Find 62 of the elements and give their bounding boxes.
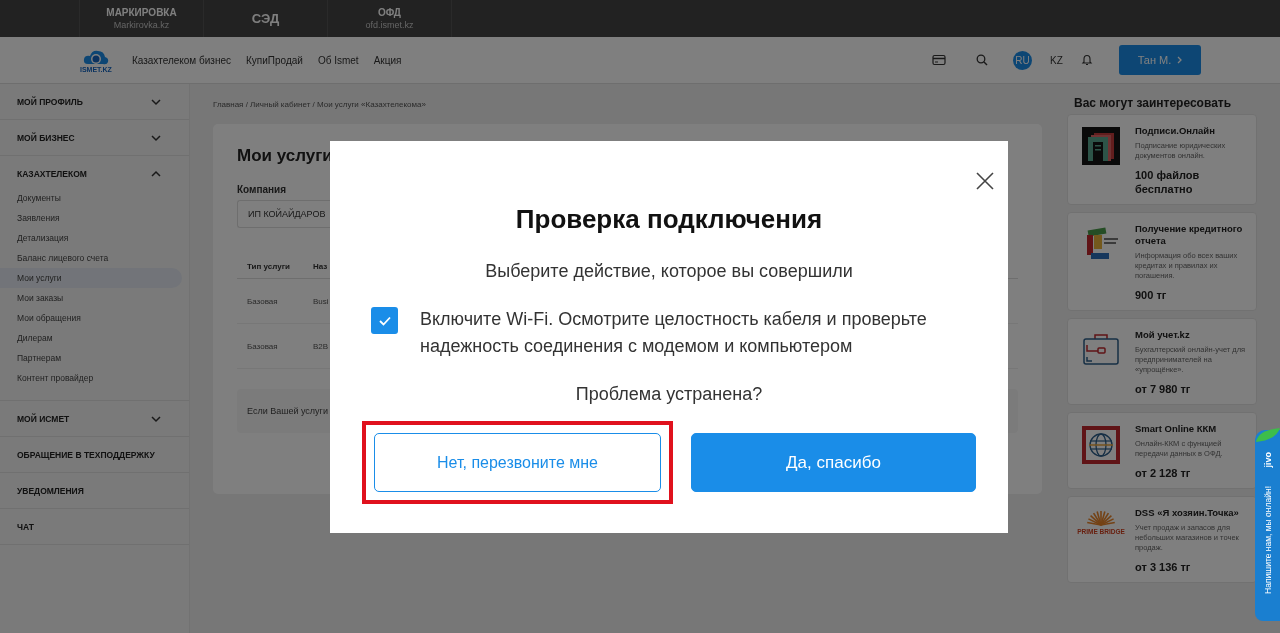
table-cell: Busi: [313, 296, 329, 306]
globe-icon: [1081, 425, 1121, 465]
sidebar-item[interactable]: Заявления: [0, 208, 182, 228]
sidebar-section[interactable]: ОБРАЩЕНИЕ В ТЕХПОДДЕРЖКУ: [0, 437, 189, 472]
offer-title: Подписи.Онлайн: [1135, 125, 1216, 137]
column-header: Тип услуги: [247, 261, 291, 271]
section-title: Вас могут заинтересовать: [1073, 95, 1233, 110]
dialog-subtitle: Выберите действие, которое вы совершили: [485, 261, 853, 282]
card-icon[interactable]: [932, 54, 946, 66]
column-header: Наз: [313, 261, 328, 271]
sidebar-item[interactable]: Контент провайдер: [0, 368, 182, 388]
callback-button[interactable]: Нет, перезвоните мне: [374, 433, 661, 492]
sidebar-section[interactable]: МОЙ ПРОФИЛЬ: [0, 84, 189, 119]
field-label: Компания: [237, 184, 288, 195]
dialog-title: Проверка подключения: [515, 203, 823, 235]
breadcrumb-trail: Главная / Личный кабинет / Мои услуги «Казахтелекома»: [213, 98, 427, 111]
frames-logo-icon: [1082, 127, 1120, 165]
sidebar-item[interactable]: Партнерам: [0, 348, 182, 368]
nav-link[interactable]: Казахтелеком бизнес: [131, 54, 231, 66]
table-cell-text: Базовая: [247, 296, 279, 306]
sidebar-item[interactable]: Мои обращения: [0, 308, 182, 328]
sidebar-section[interactable]: ЧАТ: [0, 509, 189, 544]
offer-title: Получение кредитного отчета: [1135, 223, 1244, 247]
offer-title: DSS «Я хозяин.Точка»: [1135, 507, 1240, 519]
nav-link[interactable]: КупиПродай: [246, 54, 303, 66]
checkbox-label: Включите Wi-Fi. Осмотрите целостность кабеля и проверьте надежность соединения с модемом и компьютером: [420, 308, 928, 358]
user-button[interactable]: Тан М.: [1119, 45, 1201, 75]
sidebar-section[interactable]: УВЕДОМЛЕНИЯ: [0, 473, 189, 508]
search-icon[interactable]: [976, 54, 988, 66]
chat-brand: jivo: [1262, 452, 1273, 468]
confirm-button[interactable]: Да, спасибо: [691, 433, 976, 492]
checkbox[interactable]: [371, 307, 398, 334]
sidebar-item[interactable]: Дилерам: [0, 328, 182, 348]
chat-widget-label[interactable]: Напишите нам, мы онлайн!: [1262, 485, 1273, 594]
offer-price: от 3 136 тг: [1135, 560, 1192, 574]
question-text: Проблема устранена?: [575, 384, 763, 405]
offer-title: Мой учет.kz: [1135, 329, 1191, 341]
bell-icon[interactable]: [1081, 54, 1093, 66]
offer-title: Smart Online ККМ: [1135, 423, 1218, 435]
sidebar-item[interactable]: Детализация: [0, 228, 182, 248]
table-cell-text: Базовая: [247, 341, 279, 351]
notice-text: Если Вашей услуги: [247, 406, 328, 416]
sidebar-item[interactable]: Мои заказы: [0, 288, 182, 308]
checkmark-icon: [378, 315, 391, 326]
offer-price: 900 тг: [1135, 288, 1168, 302]
language-option[interactable]: KZ: [1047, 50, 1066, 70]
offer-price: от 7 980 тг: [1135, 382, 1192, 396]
chevron-right-icon: [1177, 56, 1183, 64]
offer-price: 100 файлов бесплатно: [1135, 168, 1201, 196]
sidebar-item[interactable]: Баланс лицевого счета: [0, 248, 182, 268]
sidebar-section[interactable]: МОЙ БИЗНЕС: [0, 120, 189, 155]
sidebar-section[interactable]: КАЗАХТЕЛЕКОМ: [0, 156, 189, 191]
nav-link[interactable]: Акция: [373, 54, 402, 66]
leaf-icon: [1256, 428, 1280, 442]
language-option[interactable]: RU: [1013, 50, 1032, 70]
offer-price: от 2 128 тг: [1135, 466, 1192, 480]
sidebar-item[interactable]: Мои услуги: [0, 268, 182, 288]
sidebar-section[interactable]: МОЙ ИСМЕТ: [0, 401, 189, 436]
close-icon[interactable]: [976, 172, 994, 190]
table-cell: B2B: [313, 341, 329, 351]
nav-link[interactable]: Об Ismet: [317, 54, 359, 66]
sidebar-item[interactable]: Документы: [0, 188, 182, 208]
